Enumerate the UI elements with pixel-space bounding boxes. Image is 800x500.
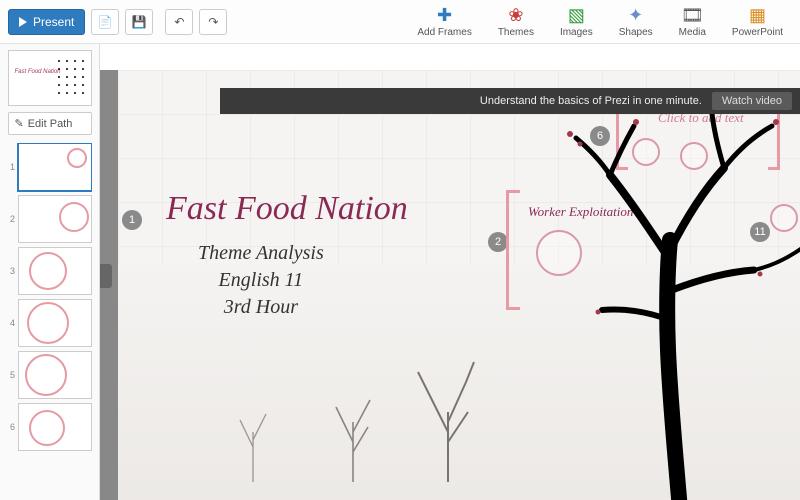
path-badge-1[interactable]: 1: [122, 210, 142, 230]
path-badge-2[interactable]: 2: [488, 232, 508, 252]
sidebar: Fast Food Nation ✎ Edit Path 1 2 3 4 5 6: [0, 44, 100, 500]
main-tree-graphic: [510, 90, 800, 500]
subtitle-line: 3rd Hour: [198, 294, 324, 321]
presentation-title[interactable]: Fast Food Nation: [166, 190, 408, 228]
edit-path-label: Edit Path: [28, 118, 73, 130]
path-thumb-2[interactable]: [18, 195, 92, 243]
tool-label: Shapes: [619, 27, 653, 38]
bg-tree: [318, 372, 388, 482]
present-label: Present: [33, 15, 74, 29]
thumb-number: 4: [7, 318, 15, 328]
thumb-number: 5: [7, 370, 15, 380]
canvas[interactable]: Fast Food Nation Theme Analysis English …: [118, 70, 800, 500]
save-button[interactable]: 💾: [125, 9, 153, 35]
tool-images[interactable]: ▧ Images: [560, 5, 593, 38]
tool-powerpoint[interactable]: ▦ PowerPoint: [732, 5, 783, 38]
bg-tree: [408, 352, 488, 482]
redo-icon: ↷: [208, 15, 218, 29]
path-thumb-1[interactable]: [18, 143, 92, 191]
tutorial-banner: Understand the basics of Prezi in one mi…: [220, 88, 800, 114]
subtitle-line: English 11: [198, 267, 324, 294]
tool-label: PowerPoint: [732, 27, 783, 38]
present-button[interactable]: Present: [8, 9, 85, 35]
workspace: Fast Food Nation ✎ Edit Path 1 2 3 4 5 6…: [0, 44, 800, 500]
top-toolbar: Present 📄 💾 ↶ ↷ ✚ Add Frames ❀ Themes ▧ Ima…: [0, 0, 800, 44]
undo-button[interactable]: ↶: [165, 9, 193, 35]
overview-title: Fast Food Nation: [15, 69, 61, 75]
tool-shapes[interactable]: ✦ Shapes: [619, 5, 653, 38]
canvas-wrap: Understand the basics of Prezi in one mi…: [100, 44, 800, 500]
path-thumbnails: 1 2 3 4 5 6: [7, 143, 92, 500]
tool-label: Images: [560, 27, 593, 38]
edit-path-button[interactable]: ✎ Edit Path: [8, 112, 92, 135]
tool-themes[interactable]: ❀ Themes: [498, 5, 534, 38]
tool-label: Add Frames: [417, 27, 471, 38]
sidebar-flyout-handle[interactable]: [100, 264, 112, 288]
file-icon: 📄: [98, 15, 113, 29]
plus-icon: ✚: [435, 5, 455, 25]
thumb-number: 3: [7, 266, 15, 276]
bg-tree: [228, 392, 278, 482]
watch-video-button[interactable]: Watch video: [712, 92, 792, 110]
pencil-icon: ✎: [15, 117, 24, 130]
path-thumb-3[interactable]: [18, 247, 92, 295]
new-file-button[interactable]: 📄: [91, 9, 119, 35]
presentation-subtitle[interactable]: Theme Analysis English 11 3rd Hour: [198, 240, 324, 321]
tool-label: Themes: [498, 27, 534, 38]
banner-text: Understand the basics of Prezi in one mi…: [480, 95, 702, 107]
subtitle-line: Theme Analysis: [198, 240, 324, 267]
tool-label: Media: [679, 27, 706, 38]
powerpoint-icon: ▦: [747, 5, 767, 25]
tool-group: ✚ Add Frames ❀ Themes ▧ Images ✦ Shapes 🎞 Med…: [417, 5, 783, 38]
save-icon: 💾: [132, 15, 147, 29]
thumb-number: 6: [7, 422, 15, 432]
path-thumb-6[interactable]: [18, 403, 92, 451]
theme-icon: ❀: [506, 5, 526, 25]
thumb-number: 2: [7, 214, 15, 224]
undo-icon: ↶: [174, 15, 184, 29]
thumb-number: 1: [7, 162, 15, 172]
path-thumb-4[interactable]: [18, 299, 92, 347]
tool-media[interactable]: 🎞 Media: [679, 5, 706, 38]
image-icon: ▧: [566, 5, 586, 25]
redo-button[interactable]: ↷: [199, 9, 227, 35]
media-icon: 🎞: [682, 5, 702, 25]
overview-thumbnail[interactable]: Fast Food Nation: [8, 50, 92, 106]
tool-add-frames[interactable]: ✚ Add Frames: [417, 5, 471, 38]
path-thumb-5[interactable]: [18, 351, 92, 399]
play-icon: [19, 17, 27, 27]
shapes-icon: ✦: [626, 5, 646, 25]
